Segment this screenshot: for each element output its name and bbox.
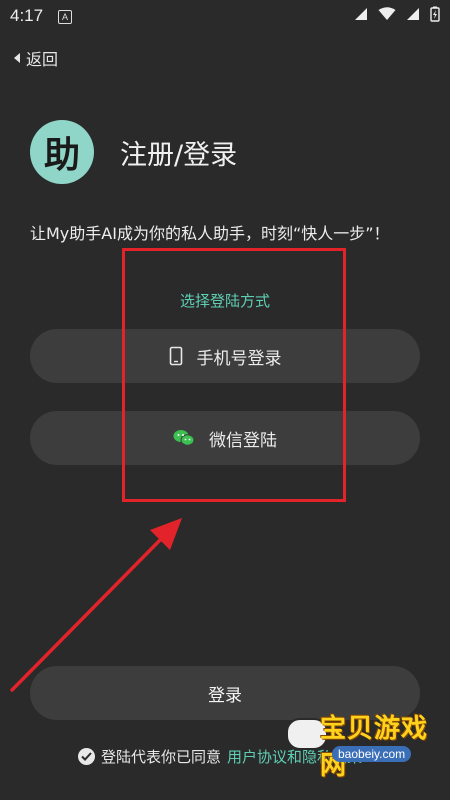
- agreement-text: 登陆代表你已同意: [101, 748, 222, 766]
- app-logo: 助: [30, 120, 94, 184]
- battery-charging-icon: [430, 6, 440, 22]
- wifi-icon: [378, 7, 396, 20]
- phone-login-label: 手机号登录: [196, 348, 282, 369]
- logo-char: 助: [43, 135, 80, 176]
- status-time: 4:17: [10, 6, 44, 25]
- phone-login-button[interactable]: 手机号登录: [30, 329, 420, 383]
- checkmark-icon: [81, 752, 92, 761]
- cellular-icon: [407, 8, 419, 20]
- agree-checkbox[interactable]: [78, 748, 95, 765]
- signal-triangle-icon: [355, 8, 367, 20]
- wechat-icon: [173, 430, 195, 446]
- login-button-label: 登录: [208, 685, 242, 706]
- login-button[interactable]: 登录: [30, 666, 420, 720]
- wechat-login-label: 微信登陆: [209, 430, 277, 451]
- back-button[interactable]: 返回: [12, 46, 58, 70]
- back-label: 返回: [26, 50, 59, 69]
- page-title: 注册/登录: [120, 140, 238, 171]
- chevron-left-icon: [14, 53, 20, 63]
- agreement-link[interactable]: 用户协议和隐私政策: [227, 746, 362, 767]
- status-bar: 4:17 A: [0, 0, 450, 34]
- login-method-label: 选择登陆方式: [179, 292, 270, 310]
- notification-a-icon: A: [58, 10, 72, 24]
- wechat-login-button[interactable]: 微信登陆: [30, 411, 420, 465]
- status-icons: [354, 6, 440, 22]
- phone-icon: [169, 346, 182, 366]
- slogan-text: 让My助手AI成为你的私人助手，时刻“快人一步”！: [30, 224, 390, 243]
- agreement-row: 登陆代表你已同意 用户协议和隐私政策: [78, 746, 362, 767]
